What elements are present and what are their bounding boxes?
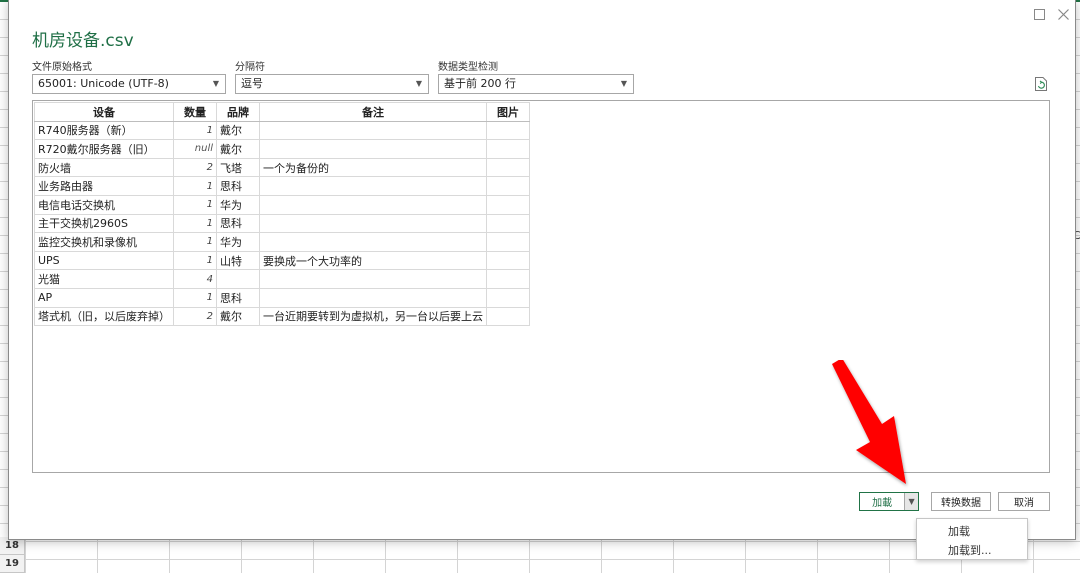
chevron-down-icon: ▼ <box>415 79 422 88</box>
table-cell[interactable] <box>259 176 487 196</box>
refresh-icon[interactable] <box>1034 76 1048 92</box>
table-cell[interactable]: 1 <box>173 232 217 252</box>
menu-item-load[interactable]: 加载 <box>948 523 970 539</box>
table-row: 电信电话交换机 1 华为 <box>34 194 530 215</box>
table-row: AP 1 思科 <box>34 287 530 308</box>
table-row: UPS 1 山特 要换成一个大功率的 <box>34 250 530 271</box>
table-cell[interactable]: null <box>173 139 217 159</box>
table-cell[interactable] <box>216 269 260 289</box>
table-cell[interactable] <box>486 306 530 327</box>
table-cell[interactable]: 电信电话交换机 <box>34 194 174 215</box>
table-cell[interactable] <box>259 194 487 215</box>
table-cell[interactable]: AP <box>34 287 174 308</box>
table-cell[interactable]: 1 <box>173 213 217 234</box>
table-cell[interactable]: 山特 <box>216 250 260 271</box>
table-cell[interactable]: 光猫 <box>34 269 174 289</box>
file-origin-select[interactable]: 65001: Unicode (UTF-8) ▼ <box>32 74 226 94</box>
table-cell[interactable] <box>486 287 530 308</box>
cancel-button[interactable]: 取消 <box>998 492 1050 511</box>
table-cell[interactable]: 1 <box>173 176 217 196</box>
load-dropdown-menu: 加载 加载到... <box>916 518 1028 560</box>
table-cell[interactable]: 2 <box>173 306 217 327</box>
close-icon[interactable] <box>1052 4 1074 24</box>
file-origin-label: 文件原始格式 <box>32 62 92 73</box>
table-cell[interactable]: R740服务器（新） <box>34 120 174 141</box>
chevron-down-icon: ▼ <box>212 79 219 88</box>
table-cell[interactable]: 1 <box>173 194 217 215</box>
column-header[interactable]: 数量 <box>173 102 217 122</box>
type-detection-value: 基于前 200 行 <box>444 77 516 90</box>
chevron-down-icon[interactable]: ▼ <box>904 493 918 510</box>
table-cell[interactable]: 华为 <box>216 232 260 252</box>
type-detection-select[interactable]: 基于前 200 行 ▼ <box>438 74 634 94</box>
table-cell[interactable]: UPS <box>34 250 174 271</box>
table-cell[interactable] <box>486 194 530 215</box>
table-cell[interactable] <box>486 120 530 141</box>
load-split-button[interactable]: 加載 ▼ <box>859 492 919 511</box>
table-cell[interactable] <box>259 269 487 289</box>
column-header[interactable]: 图片 <box>486 102 530 122</box>
column-header[interactable]: 备注 <box>259 102 487 122</box>
table-cell[interactable]: 4 <box>173 269 217 289</box>
column-header[interactable]: 设备 <box>34 102 174 122</box>
table-row: 光猫 4 <box>34 269 530 289</box>
table-row: 主干交换机2960S 1 思科 <box>34 213 530 234</box>
table-cell[interactable]: 防火墙 <box>34 157 174 178</box>
delimiter-label: 分隔符 <box>235 62 265 73</box>
maximize-icon[interactable] <box>1028 4 1050 24</box>
transform-data-button[interactable]: 转换数据 <box>931 492 991 511</box>
table-cell[interactable] <box>486 232 530 252</box>
table-cell[interactable]: 一台近期要转到为虚拟机，另一台以后要上云 <box>259 306 487 327</box>
table-cell[interactable]: 监控交换机和录像机 <box>34 232 174 252</box>
table-row: 监控交换机和录像机 1 华为 <box>34 232 530 252</box>
table-cell[interactable]: R720戴尔服务器（旧） <box>34 139 174 159</box>
menu-item-load-to[interactable]: 加载到... <box>948 542 992 558</box>
table-cell[interactable] <box>259 120 487 141</box>
table-cell[interactable] <box>486 269 530 289</box>
table-cell[interactable] <box>259 213 487 234</box>
table-cell[interactable]: 戴尔 <box>216 120 260 141</box>
table-cell[interactable] <box>259 139 487 159</box>
table-row: 防火墙 2 飞塔 一个为备份的 <box>34 157 530 178</box>
table-row: R740服务器（新） 1 戴尔 <box>34 120 530 141</box>
table-cell[interactable]: 华为 <box>216 194 260 215</box>
table-cell[interactable] <box>486 139 530 159</box>
table-cell[interactable] <box>486 157 530 178</box>
column-header[interactable]: 品牌 <box>216 102 260 122</box>
table-header-row: 设备 数量 品牌 备注 图片 <box>34 102 530 122</box>
table-cell[interactable]: 思科 <box>216 176 260 196</box>
table-cell[interactable]: 飞塔 <box>216 157 260 178</box>
table-cell[interactable]: 要换成一个大功率的 <box>259 250 487 271</box>
chevron-down-icon: ▼ <box>620 79 627 88</box>
excel-row-header[interactable]: 19 <box>0 555 25 573</box>
type-detection-label: 数据类型检测 <box>438 62 498 73</box>
table-row: R720戴尔服务器（旧） null 戴尔 <box>34 139 530 159</box>
table-cell[interactable]: 戴尔 <box>216 139 260 159</box>
table-row: 塔式机（旧，以后废弃掉） 2 戴尔 一台近期要转到为虚拟机，另一台以后要上云 <box>34 306 530 327</box>
table-cell[interactable]: 戴尔 <box>216 306 260 327</box>
table-cell[interactable]: 2 <box>173 157 217 178</box>
table-cell[interactable]: 主干交换机2960S <box>34 213 174 234</box>
load-button[interactable]: 加載 <box>860 493 904 510</box>
table-cell[interactable]: 1 <box>173 250 217 271</box>
red-arrow-annotation <box>832 360 906 484</box>
table-cell[interactable]: 业务路由器 <box>34 176 174 196</box>
table-cell[interactable]: 1 <box>173 120 217 141</box>
delimiter-select[interactable]: 逗号 ▼ <box>235 74 429 94</box>
table-cell[interactable] <box>486 176 530 196</box>
dialog-title: 机房设备.csv <box>32 31 134 51</box>
preview-table: 设备 数量 品牌 备注 图片 R740服务器（新） 1 戴尔 R720戴尔服务器（旧）… <box>34 102 530 327</box>
table-cell[interactable]: 思科 <box>216 213 260 234</box>
table-cell[interactable]: 一个为备份的 <box>259 157 487 178</box>
table-cell[interactable] <box>486 213 530 234</box>
table-cell[interactable] <box>486 250 530 271</box>
table-cell[interactable] <box>259 232 487 252</box>
table-cell[interactable]: 1 <box>173 287 217 308</box>
table-cell[interactable]: 塔式机（旧，以后废弃掉） <box>34 306 174 327</box>
table-row: 业务路由器 1 思科 <box>34 176 530 196</box>
file-origin-value: 65001: Unicode (UTF-8) <box>38 77 169 90</box>
delimiter-value: 逗号 <box>241 77 263 90</box>
table-cell[interactable] <box>259 287 487 308</box>
table-cell[interactable]: 思科 <box>216 287 260 308</box>
